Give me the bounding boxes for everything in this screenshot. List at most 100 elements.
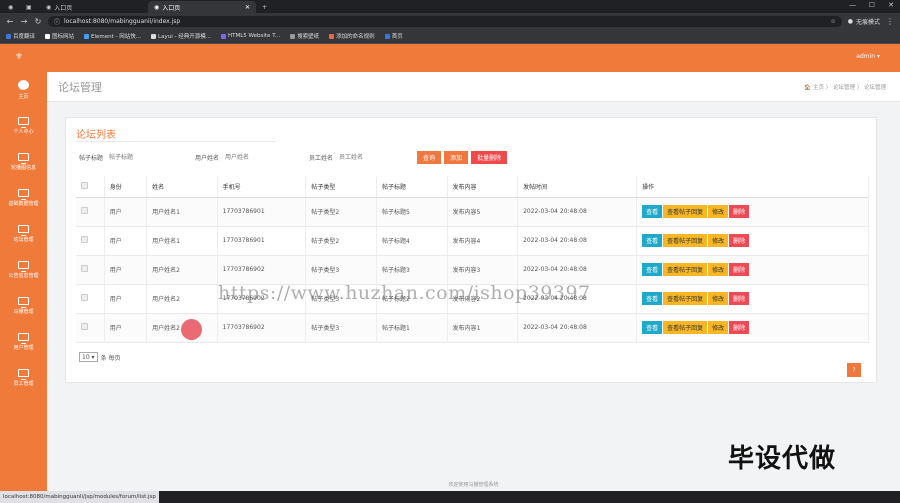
view-reply-button[interactable]: 查看帖子回复 <box>663 205 708 218</box>
browser-tab[interactable]: ◉ <box>4 1 22 13</box>
sidebar-item[interactable]: 基础数据管理 <box>0 180 47 216</box>
cursor-highlight <box>181 319 202 340</box>
table-row: 用户 用户姓名2 17703786902 帖子类型3 帖子标题3 发布内容3 2022-03… <box>76 255 869 285</box>
table-row: 用户 用户姓名1 17703786901 帖子类型2 帖子标题4 发布内容4 2022-03… <box>76 226 869 256</box>
add-button[interactable]: 添加 <box>444 151 469 164</box>
incognito-indicator[interactable]: ● 无痕模式 <box>848 17 880 26</box>
view-button[interactable]: 查看 <box>642 205 663 218</box>
bookmark-icon <box>45 33 51 39</box>
search-label-title: 帖子标题 <box>79 155 104 162</box>
row-actions-cell: 查看 查看帖子回复 修改 删除 <box>636 197 869 227</box>
search-label-user: 用户姓名 <box>195 155 220 162</box>
user-menu[interactable]: admin ▾ <box>856 53 880 60</box>
view-button[interactable]: 查看 <box>642 321 663 334</box>
delete-button[interactable]: 删除 <box>729 292 750 305</box>
back-icon[interactable]: ← <box>6 17 14 26</box>
row-actions-cell: 查看 查看帖子回复 修改 删除 <box>636 226 869 256</box>
new-tab-button[interactable]: + <box>256 1 270 13</box>
select-all-cell <box>76 176 105 198</box>
table-cell: 帖子标题1 <box>376 313 448 343</box>
bookmark-item[interactable]: 添加的命名规则 <box>329 32 375 40</box>
view-button[interactable]: 查看 <box>642 263 663 276</box>
row-actions: 查看 查看帖子回复 修改 删除 <box>642 205 868 218</box>
bookmark-icon <box>6 33 11 39</box>
bookmark-item[interactable]: HTML5 Website T... <box>220 33 280 39</box>
post-title-input[interactable] <box>109 151 162 164</box>
delete-button[interactable]: 删除 <box>729 234 750 247</box>
maximize-icon[interactable]: ☐ <box>869 0 875 11</box>
forum-list-card: 论坛列表 帖子标题 用户姓名 员工姓名 查询 添加 批量删除 身份姓名手机号帖子… <box>65 117 877 383</box>
column-header: 手机号 <box>217 176 307 198</box>
sidebar-item[interactable]: 论坛管理 <box>0 216 47 252</box>
forward-icon[interactable]: → <box>20 17 28 26</box>
sidebar-item-label: 用户管理 <box>13 345 34 351</box>
row-checkbox[interactable] <box>81 207 88 214</box>
sidebar-item[interactable]: 公告信息管理 <box>0 252 47 288</box>
sidebar-item[interactable]: 用户管理 <box>0 324 47 360</box>
table-cell: 用户 <box>104 284 148 314</box>
view-reply-button[interactable]: 查看帖子回复 <box>663 263 708 276</box>
sidebar-item-label: 基础数据管理 <box>8 201 39 207</box>
close-icon[interactable]: ✕ <box>245 4 250 11</box>
monitor-icon <box>18 333 29 344</box>
table-cell: 2022-03-04 20:48:08 <box>517 255 638 285</box>
browser-tab-active[interactable]: ◉ 入口页 ✕ <box>148 1 256 13</box>
bookmark-item[interactable]: Element - 网站快... <box>84 32 141 40</box>
select-all-checkbox[interactable] <box>81 181 88 189</box>
sidebar-item[interactable]: 轮播图信息 <box>0 144 47 180</box>
monitor-icon <box>18 297 29 308</box>
query-button[interactable]: 查询 <box>417 151 442 164</box>
edit-button[interactable]: 修改 <box>708 234 729 247</box>
bookmark-icon <box>290 33 296 39</box>
view-button[interactable]: 查看 <box>642 292 663 305</box>
bookmark-item[interactable]: 百度翻译 <box>6 32 35 40</box>
sidebar-item[interactable]: 员工管理 <box>0 360 47 396</box>
bookmark-item[interactable]: 图标网站 <box>45 32 74 40</box>
menu-icon[interactable]: ⋮ <box>886 17 894 26</box>
bookmark-item[interactable]: 搜索壁纸 <box>290 32 319 40</box>
sidebar-item-label: 员工管理 <box>13 381 34 387</box>
bookmark-icon <box>151 33 157 39</box>
row-checkbox[interactable] <box>81 236 88 243</box>
monitor-icon <box>18 261 29 272</box>
minimize-icon[interactable]: — <box>849 0 856 11</box>
edit-button[interactable]: 修改 <box>708 292 729 305</box>
table-cell: 2022-03-04 20:48:08 <box>517 226 638 256</box>
row-checkbox[interactable] <box>81 265 88 272</box>
edit-button[interactable]: 修改 <box>708 321 729 334</box>
view-reply-button[interactable]: 查看帖子回复 <box>663 321 708 334</box>
batch-delete-button[interactable]: 批量删除 <box>471 151 508 164</box>
window-close-icon[interactable]: ✕ <box>888 0 894 11</box>
url-field[interactable]: ⓘ localhost:8080/mabingguanli/index.jsp ☆ <box>48 15 842 27</box>
delete-button[interactable]: 删除 <box>729 321 750 334</box>
view-button[interactable]: 查看 <box>642 234 663 247</box>
bookmark-star-icon[interactable]: ☆ <box>830 18 835 25</box>
bookmark-item[interactable]: Layui - 经典开源模... <box>151 32 211 40</box>
table-cell: 用户姓名1 <box>146 226 218 256</box>
sidebar-item[interactable]: 主页 <box>0 72 47 108</box>
browser-tab[interactable]: ◉ 入口页 <box>40 1 148 13</box>
view-reply-button[interactable]: 查看帖子回复 <box>663 234 708 247</box>
help-button[interactable]: ? <box>847 363 861 377</box>
edit-button[interactable]: 修改 <box>708 205 729 218</box>
staff-name-input[interactable] <box>339 151 392 164</box>
reload-icon[interactable]: ↻ <box>34 17 42 26</box>
sidebar-item[interactable]: 马棚管理 <box>0 288 47 324</box>
bookmark-icon <box>384 33 390 39</box>
breadcrumb[interactable]: 🏠 主页 〉 论坛管理 〉 论坛管理 <box>804 83 886 91</box>
browser-tab[interactable]: ▣ <box>22 1 40 13</box>
table-cell: 帖子类型3 <box>305 255 377 285</box>
delete-button[interactable]: 删除 <box>729 205 750 218</box>
bookmark-icon <box>220 33 226 39</box>
row-checkbox[interactable] <box>81 294 88 301</box>
bookmark-icon <box>84 33 90 39</box>
bookmark-item[interactable]: 首页 <box>384 32 403 40</box>
page-size-select[interactable]: 10 ▾ <box>79 352 98 362</box>
user-name-input[interactable] <box>225 151 278 164</box>
sidebar-item[interactable]: 个人中心 <box>0 108 47 144</box>
table-cell: 用户姓名2 <box>146 284 218 314</box>
edit-button[interactable]: 修改 <box>708 263 729 276</box>
row-checkbox[interactable] <box>81 323 88 330</box>
delete-button[interactable]: 删除 <box>729 263 750 276</box>
view-reply-button[interactable]: 查看帖子回复 <box>663 292 708 305</box>
